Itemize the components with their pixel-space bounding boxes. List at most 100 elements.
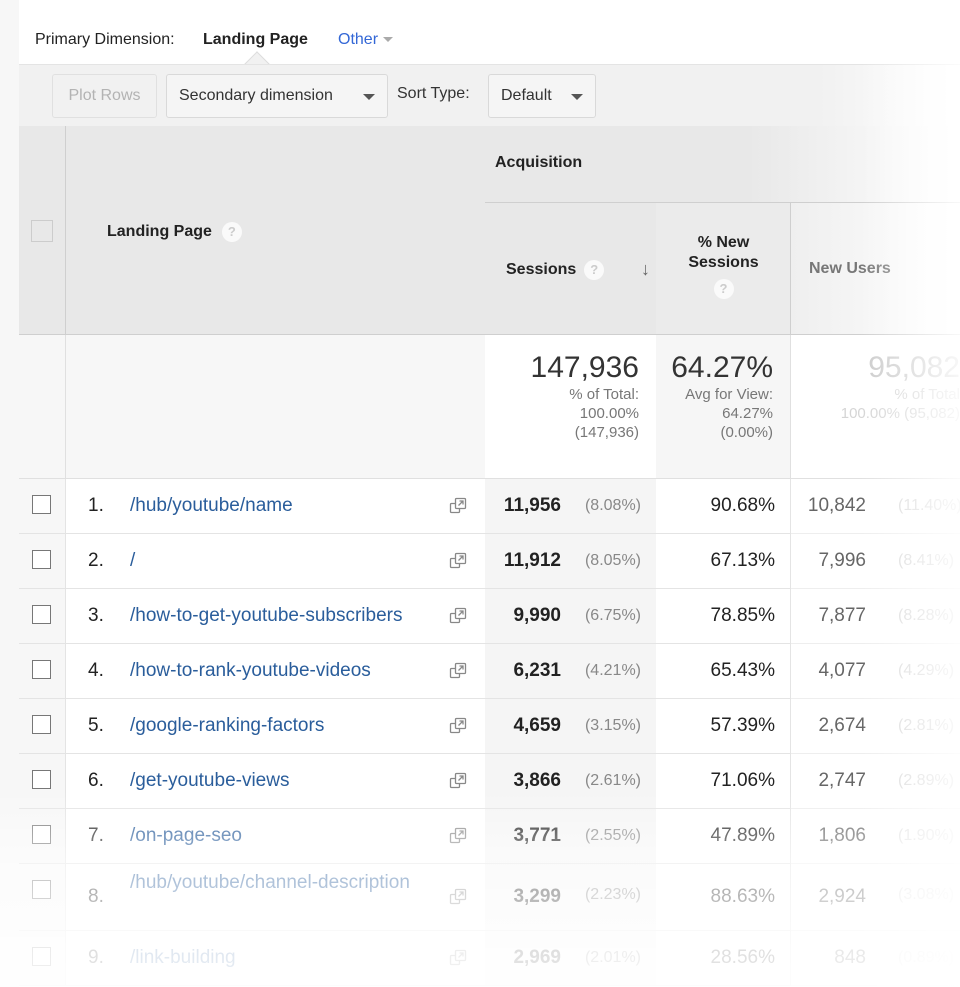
sort-type-dropdown[interactable]: Default [488, 74, 596, 118]
select-all-checkbox[interactable] [31, 220, 53, 242]
new-users-value: 10,842 [807, 495, 866, 516]
row-pct-new-sessions-cell: 28.56% [656, 931, 791, 986]
landing-page-link[interactable]: / [130, 550, 440, 572]
row-sessions-cell: 11,912 (8.05%) [485, 534, 657, 589]
row-index: 9. [88, 947, 104, 968]
open-external-icon[interactable] [449, 717, 467, 735]
landing-page-link[interactable]: /link-building [130, 947, 440, 969]
row-checkbox[interactable] [32, 660, 51, 679]
row-landing-page-cell: 3. /how-to-get-youtube-subscribers [66, 589, 486, 644]
sessions-value: 3,866 [513, 770, 561, 791]
open-external-icon[interactable] [449, 607, 467, 625]
table-row: 6. /get-youtube-views 3,866 (2.61%) 71.0… [19, 754, 960, 809]
help-icon[interactable]: ? [221, 222, 242, 242]
total-new-users-value: 95,082 [868, 351, 960, 384]
open-external-icon[interactable] [449, 949, 467, 967]
new-users-percent: (1.90%) [898, 827, 955, 844]
new-users-header-label: New Users [809, 260, 891, 277]
row-checkbox[interactable] [32, 880, 51, 899]
sort-descending-icon[interactable]: ↓ [641, 259, 650, 280]
secondary-dimension-dropdown[interactable]: Secondary dimension [166, 74, 388, 118]
header-select-all-cell [19, 126, 66, 335]
sessions-value: 3,771 [513, 825, 561, 846]
row-sessions-cell: 3,299 (2.23%) [485, 864, 657, 931]
row-index: 6. [88, 770, 104, 791]
other-label: Other [338, 31, 379, 48]
new-users-percent: (0.89%) [898, 949, 955, 966]
row-new-users-cell: 848 (0.89%) [791, 931, 960, 986]
data-table: Landing Page? Acquisition Sessions? ↓ % … [19, 126, 960, 987]
totals-empty-cell [19, 335, 66, 479]
row-checkbox-cell [19, 534, 66, 589]
header-sessions[interactable]: Sessions? ↓ [485, 203, 657, 335]
total-pct-new-line1: Avg for View: [685, 386, 773, 403]
row-index: 7. [88, 825, 104, 846]
landing-page-link[interactable]: /hub/youtube/name [130, 495, 440, 517]
open-external-icon[interactable] [449, 497, 467, 515]
row-sessions-cell: 2,969 (2.01%) [485, 931, 657, 986]
row-landing-page-cell: 5. /google-ranking-factors [66, 699, 486, 754]
row-pct-new-sessions-cell: 65.43% [656, 644, 791, 699]
header-landing-page[interactable]: Landing Page? [66, 126, 486, 335]
row-index: 4. [88, 660, 104, 681]
primary-dimension-landing-page[interactable]: Landing Page [203, 31, 308, 49]
primary-dimension-label: Primary Dimension: [35, 31, 175, 48]
pct-new-sessions-value: 65.43% [710, 660, 775, 681]
sessions-value: 4,659 [513, 715, 561, 736]
caret-down-icon [571, 94, 583, 100]
pct-new-sessions-value: 90.68% [710, 495, 775, 516]
plot-rows-button[interactable]: Plot Rows [52, 74, 157, 118]
landing-page-link[interactable]: /how-to-rank-youtube-videos [130, 660, 440, 682]
header-acquisition-group: Acquisition [485, 126, 960, 203]
totals-label-cell [66, 335, 486, 479]
open-external-icon[interactable] [449, 552, 467, 570]
open-external-icon[interactable] [449, 827, 467, 845]
table-row: 2. / 11,912 (8.05%) 67.13% 7,996 (8.41%) [19, 534, 960, 589]
row-checkbox-cell [19, 864, 66, 931]
row-checkbox[interactable] [32, 947, 51, 966]
pct-new-sessions-value: 67.13% [710, 550, 775, 571]
row-checkbox[interactable] [32, 605, 51, 624]
open-external-icon[interactable] [449, 888, 467, 906]
row-new-users-cell: 7,877 (8.28%) [791, 589, 960, 644]
row-checkbox[interactable] [32, 825, 51, 844]
table-row: 7. /on-page-seo 3,771 (2.55%) 47.89% 1,8… [19, 809, 960, 864]
new-users-value: 2,747 [818, 770, 866, 791]
header-pct-new-sessions[interactable]: % New Sessions ? [656, 203, 791, 335]
row-checkbox-cell [19, 479, 66, 534]
help-icon[interactable]: ? [713, 279, 734, 299]
open-external-icon[interactable] [449, 772, 467, 790]
row-checkbox-cell [19, 699, 66, 754]
row-pct-new-sessions-cell: 78.85% [656, 589, 791, 644]
row-checkbox-cell [19, 644, 66, 699]
row-checkbox[interactable] [32, 770, 51, 789]
landing-page-link[interactable]: /on-page-seo [130, 825, 440, 847]
left-margin [0, 0, 19, 987]
help-icon[interactable]: ? [584, 260, 605, 280]
landing-page-link[interactable]: /hub/youtube/channel-description [130, 872, 440, 894]
row-checkbox[interactable] [32, 715, 51, 734]
row-sessions-cell: 3,866 (2.61%) [485, 754, 657, 809]
primary-dimension-other-dropdown[interactable]: Other [338, 31, 394, 49]
header-new-users[interactable]: New Users [791, 203, 960, 335]
new-users-value: 7,877 [818, 605, 866, 626]
sessions-percent: (8.05%) [584, 552, 641, 569]
sessions-percent: (6.75%) [584, 607, 641, 624]
row-pct-new-sessions-cell: 57.39% [656, 699, 791, 754]
primary-dimension-bar: Primary Dimension: Landing Page Other [19, 0, 960, 77]
sessions-value: 11,912 [503, 550, 561, 571]
caret-down-icon [383, 37, 394, 43]
sessions-value: 11,956 [503, 495, 561, 516]
row-checkbox[interactable] [32, 495, 51, 514]
landing-page-link[interactable]: /get-youtube-views [130, 770, 440, 792]
pct-new-sessions-value: 57.39% [710, 715, 775, 736]
row-landing-page-cell: 4. /how-to-rank-youtube-videos [66, 644, 486, 699]
sessions-value: 9,990 [513, 605, 561, 626]
table-row: 8. /hub/youtube/channel-description 3,29… [19, 864, 960, 931]
landing-page-link[interactable]: /how-to-get-youtube-subscribers [130, 605, 440, 627]
new-users-value: 1,806 [818, 825, 866, 846]
open-external-icon[interactable] [449, 662, 467, 680]
row-checkbox[interactable] [32, 550, 51, 569]
landing-page-link[interactable]: /google-ranking-factors [130, 715, 440, 737]
sessions-value: 3,299 [513, 886, 561, 907]
